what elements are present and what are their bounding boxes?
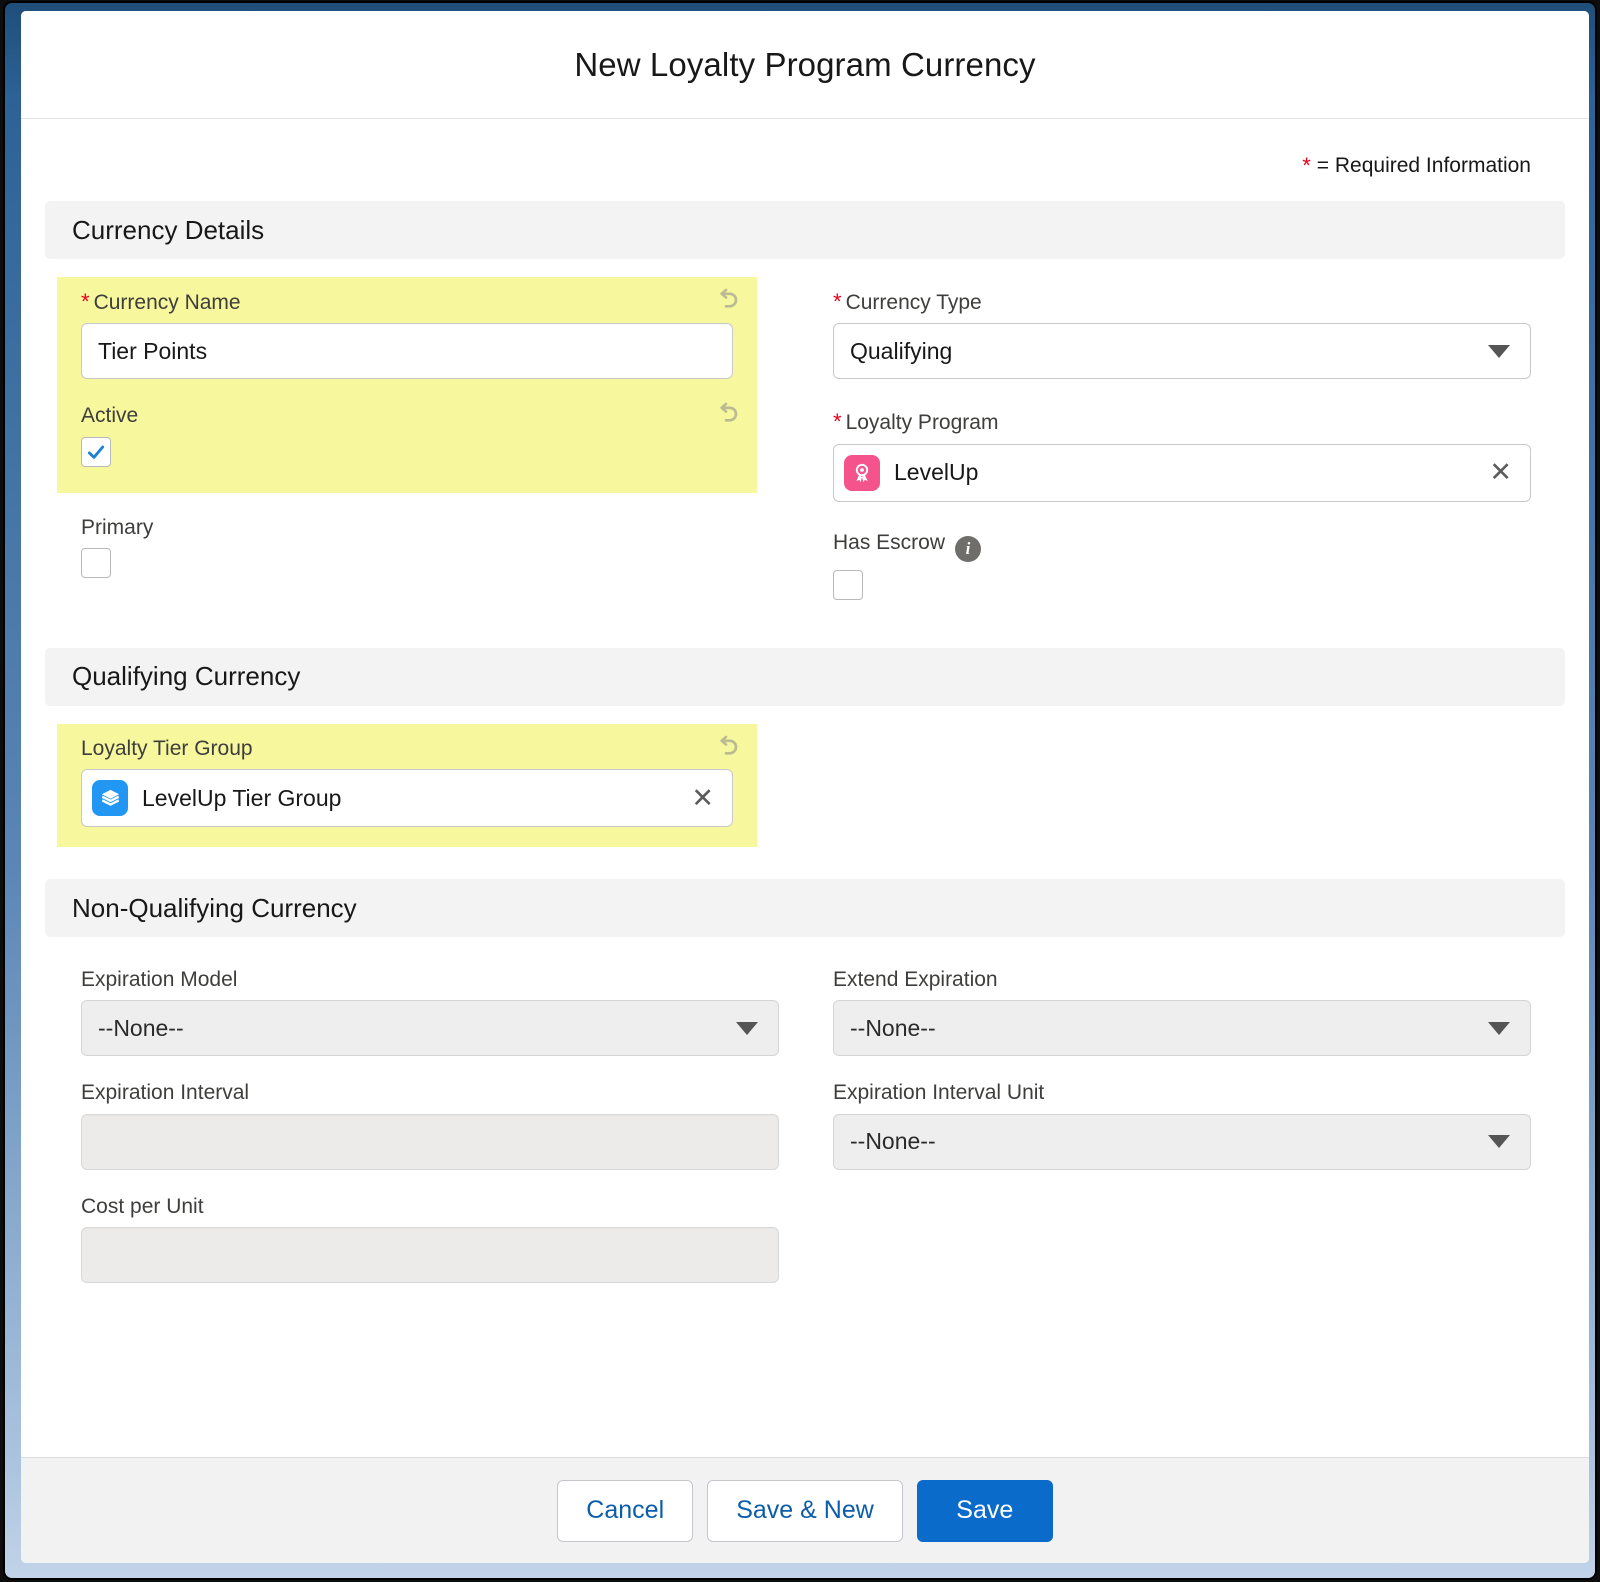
chevron-down-icon	[1488, 1135, 1510, 1148]
currency-type-value: Qualifying	[850, 338, 952, 365]
section-title-non-qualifying-currency: Non-Qualifying Currency	[72, 893, 357, 924]
has-escrow-label-text: Has Escrow	[833, 531, 945, 554]
cost-per-unit-field: Cost per Unit	[81, 1170, 779, 1283]
expiration-interval-input[interactable]	[81, 1114, 779, 1170]
loyalty-tier-group-field: Loyalty Tier Group	[81, 736, 733, 827]
non-qualifying-right-column: Extend Expiration --None-- Expiration In…	[833, 945, 1531, 1283]
non-qualifying-currency-grid: Expiration Model --None-- Expiration Int…	[21, 945, 1589, 1283]
cost-per-unit-label: Cost per Unit	[81, 1194, 779, 1219]
section-header-currency-details: Currency Details	[45, 201, 1565, 259]
highlighted-field-group-tier: Loyalty Tier Group	[57, 724, 757, 847]
close-icon[interactable]: ✕	[687, 785, 718, 812]
loyalty-tier-group-label: Loyalty Tier Group	[81, 736, 733, 761]
primary-label: Primary	[81, 515, 779, 540]
undo-icon[interactable]	[711, 732, 741, 762]
loyalty-tier-group-lookup[interactable]: LevelUp Tier Group ✕	[81, 769, 733, 827]
currency-name-label: *Currency Name	[81, 289, 733, 315]
chevron-down-icon	[1488, 345, 1510, 358]
new-loyalty-program-currency-modal: New Loyalty Program Currency * = Required…	[21, 11, 1589, 1563]
expiration-interval-unit-field: Expiration Interval Unit --None--	[833, 1056, 1531, 1169]
extend-expiration-value: --None--	[850, 1015, 936, 1042]
section-header-qualifying-currency: Qualifying Currency	[45, 648, 1565, 706]
modal-footer: Cancel Save & New Save	[21, 1457, 1589, 1563]
required-note-text: = Required Information	[1317, 154, 1531, 177]
chevron-down-icon	[1488, 1022, 1510, 1035]
required-asterisk: *	[1302, 153, 1311, 178]
loyalty-program-lookup[interactable]: LevelUp ✕	[833, 444, 1531, 502]
currency-type-label-text: Currency Type	[846, 291, 982, 314]
currency-name-field: *Currency Name Tier Points	[81, 289, 733, 379]
currency-name-input[interactable]: Tier Points	[81, 323, 733, 379]
loyalty-program-label: *Loyalty Program	[833, 409, 1531, 435]
page-title: New Loyalty Program Currency	[574, 46, 1035, 84]
tier-group-layers-icon	[92, 780, 128, 816]
expiration-interval-field: Expiration Interval	[81, 1056, 779, 1169]
has-escrow-field: Has Escrow i	[833, 502, 1531, 600]
undo-icon[interactable]	[711, 399, 741, 429]
currency-type-select[interactable]: Qualifying	[833, 323, 1531, 379]
section-title-currency-details: Currency Details	[72, 215, 264, 246]
currency-type-label: *Currency Type	[833, 289, 1531, 315]
close-icon[interactable]: ✕	[1485, 459, 1516, 486]
primary-field: Primary	[81, 493, 779, 578]
has-escrow-checkbox[interactable]	[833, 570, 863, 600]
expiration-interval-label: Expiration Interval	[81, 1080, 779, 1105]
save-button[interactable]: Save	[917, 1480, 1053, 1542]
loyalty-tier-group-value: LevelUp Tier Group	[142, 785, 673, 812]
undo-icon[interactable]	[711, 285, 741, 315]
section-header-non-qualifying-currency: Non-Qualifying Currency	[45, 879, 1565, 937]
currency-type-required-asterisk: *	[833, 289, 842, 314]
currency-name-required-asterisk: *	[81, 289, 90, 314]
info-icon[interactable]: i	[955, 536, 981, 562]
loyalty-program-badge-icon	[844, 455, 880, 491]
expiration-model-select[interactable]: --None--	[81, 1000, 779, 1056]
save-and-new-button[interactable]: Save & New	[707, 1480, 903, 1542]
expiration-model-value: --None--	[98, 1015, 184, 1042]
active-label: Active	[81, 403, 733, 428]
has-escrow-label: Has Escrow i	[833, 530, 1531, 562]
extend-expiration-label: Extend Expiration	[833, 967, 1531, 992]
modal-header: New Loyalty Program Currency	[21, 11, 1589, 119]
required-information-note: * = Required Information	[21, 119, 1589, 177]
modal-body: * = Required Information Currency Details…	[21, 119, 1589, 1457]
expiration-interval-unit-label: Expiration Interval Unit	[833, 1080, 1531, 1105]
window-frame: New Loyalty Program Currency * = Required…	[5, 3, 1595, 1578]
currency-name-label-text: Currency Name	[94, 291, 241, 314]
non-qualifying-left-column: Expiration Model --None-- Expiration Int…	[81, 945, 779, 1283]
expiration-model-label: Expiration Model	[81, 967, 779, 992]
extend-expiration-field: Extend Expiration --None--	[833, 945, 1531, 1056]
qualifying-currency-grid: Loyalty Tier Group	[21, 708, 1589, 847]
expiration-interval-unit-select[interactable]: --None--	[833, 1114, 1531, 1170]
extend-expiration-select[interactable]: --None--	[833, 1000, 1531, 1056]
qualifying-currency-right-column	[833, 708, 1531, 847]
primary-checkbox[interactable]	[81, 548, 111, 578]
expiration-model-field: Expiration Model --None--	[81, 945, 779, 1056]
currency-details-left-column: *Currency Name Tier Points	[81, 261, 779, 600]
highlighted-field-group-left: *Currency Name Tier Points	[57, 277, 757, 493]
section-title-qualifying-currency: Qualifying Currency	[72, 661, 300, 692]
currency-type-field: *Currency Type Qualifying	[833, 261, 1531, 379]
expiration-interval-unit-value: --None--	[850, 1128, 936, 1155]
loyalty-program-field: *Loyalty Program	[833, 379, 1531, 501]
cost-per-unit-input[interactable]	[81, 1227, 779, 1283]
chevron-down-icon	[736, 1022, 758, 1035]
loyalty-program-required-asterisk: *	[833, 409, 842, 434]
active-field: Active	[81, 379, 733, 466]
active-checkbox[interactable]	[81, 437, 111, 467]
screenshot-root: New Loyalty Program Currency * = Required…	[0, 0, 1600, 1582]
currency-details-right-column: *Currency Type Qualifying *Loyalty Progr…	[833, 261, 1531, 600]
currency-name-value: Tier Points	[98, 338, 207, 365]
cancel-button[interactable]: Cancel	[557, 1480, 693, 1542]
loyalty-program-label-text: Loyalty Program	[846, 411, 999, 434]
currency-details-grid: *Currency Name Tier Points	[21, 261, 1589, 600]
loyalty-program-value: LevelUp	[894, 459, 1471, 486]
qualifying-currency-left-column: Loyalty Tier Group	[81, 708, 779, 847]
